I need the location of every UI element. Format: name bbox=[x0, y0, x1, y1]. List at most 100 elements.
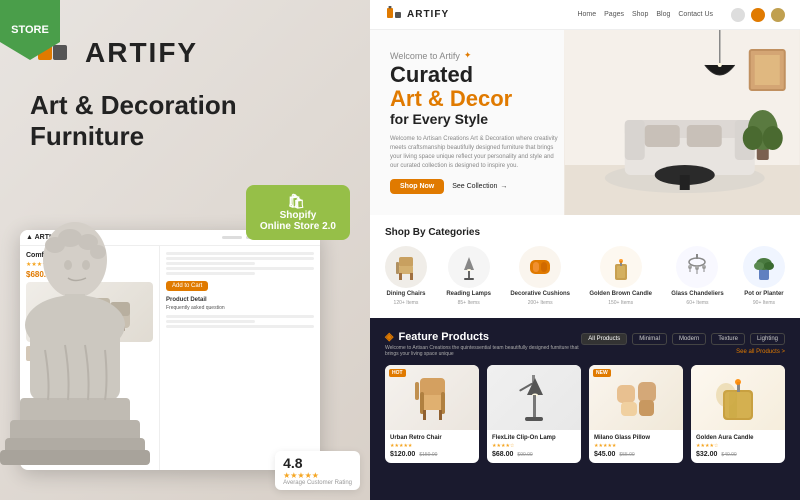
category-item-chandeliers[interactable]: Glass Chandeliers 60+ Items bbox=[671, 246, 723, 306]
nav-item-pages[interactable]: Pages bbox=[604, 11, 624, 18]
lamp-icon bbox=[454, 252, 484, 282]
shop-now-button[interactable]: Shop Now bbox=[390, 179, 444, 194]
product-img-chair: HOT bbox=[385, 365, 479, 430]
filter-minimal[interactable]: Minimal bbox=[632, 333, 667, 345]
nav-item-blog[interactable]: Blog bbox=[656, 11, 670, 18]
category-circle-candles bbox=[600, 246, 642, 288]
desc-line bbox=[166, 272, 255, 275]
category-label: Golden Brown Candle bbox=[589, 291, 652, 297]
category-count: 200+ Items bbox=[528, 300, 553, 306]
candle-product-svg bbox=[711, 370, 766, 425]
nav-cart-icon[interactable] bbox=[771, 8, 785, 22]
hero-description: Welcome to Artisan Creations Art & Decor… bbox=[390, 135, 560, 171]
product-name-chair: Urban Retro Chair bbox=[390, 435, 474, 441]
category-circle-planters bbox=[743, 246, 785, 288]
site-nav: ARTIFY Home Pages Shop Blog Contact Us bbox=[370, 0, 800, 30]
category-label: Pot or Planter bbox=[744, 291, 783, 297]
filter-lighting[interactable]: Lighting bbox=[750, 333, 785, 345]
hero-title-style: for Every Style bbox=[390, 111, 587, 127]
star-icon: ✦ bbox=[464, 50, 472, 61]
categories-title: Shop By Categories bbox=[385, 227, 785, 238]
hero-section: Welcome to Artify ✦ Curated Art & Decor … bbox=[370, 30, 800, 215]
category-circle-chairs bbox=[385, 246, 427, 288]
desc-line bbox=[166, 320, 255, 323]
product-name-candle: Golden Aura Candle bbox=[696, 435, 780, 441]
hero-subtitle: Welcome to Artify ✦ bbox=[390, 50, 587, 61]
rating-badge: 4.8 ★★★★★ Average Customer Rating bbox=[275, 451, 360, 490]
nav-avatar-icon[interactable] bbox=[751, 8, 765, 22]
product-badge-new: NEW bbox=[593, 369, 611, 377]
site-logo-svg bbox=[385, 6, 403, 24]
product-card-body-lamp: FlexLite Clip-On Lamp ★★★★☆ $68.00 $90.0… bbox=[487, 430, 581, 463]
site-nav-icons bbox=[731, 8, 785, 22]
arrow-icon: → bbox=[500, 183, 507, 190]
feature-icon: ◈ bbox=[385, 330, 393, 343]
category-item-chairs[interactable]: Dining Chairs 120+ Items bbox=[385, 246, 427, 306]
product-card-body-chair: Urban Retro Chair ★★★★★ $120.00 $150.00 bbox=[385, 430, 479, 463]
product-img-pillow: NEW bbox=[589, 365, 683, 430]
shopify-badge: 🛍 Shopify Online Store 2.0 bbox=[246, 185, 350, 240]
chair-product-svg bbox=[405, 370, 460, 425]
candle-icon bbox=[606, 252, 636, 282]
product-card-pillow[interactable]: NEW Milano Glass Pillow ★★★★★ bbox=[589, 365, 683, 463]
category-item-candles[interactable]: Golden Brown Candle 150+ Items bbox=[589, 246, 652, 306]
pillow-product-svg bbox=[609, 370, 664, 425]
chair-icon bbox=[391, 252, 421, 282]
brand-name: ARTIFY bbox=[85, 37, 198, 69]
product-card-chair[interactable]: HOT Urban R bbox=[385, 365, 479, 463]
right-panel: ARTIFY Home Pages Shop Blog Contact Us bbox=[370, 0, 800, 500]
product-oldprice-candle: $40.00 bbox=[721, 452, 736, 458]
left-panel: STORE ARTIFY Art & Decoration Furniture … bbox=[0, 0, 370, 500]
filter-modern[interactable]: Modern bbox=[672, 333, 706, 345]
product-badge-hot: HOT bbox=[389, 369, 406, 377]
category-count: 60+ Items bbox=[686, 300, 708, 306]
feature-header: ◈ Feature Products Welcome to Artisan Cr… bbox=[385, 330, 785, 357]
category-label: Glass Chandeliers bbox=[671, 291, 723, 297]
nav-item-contact[interactable]: Contact Us bbox=[678, 11, 713, 18]
desc-line bbox=[166, 252, 314, 255]
feature-filters: All Products Minimal Modern Texture Ligh… bbox=[581, 333, 785, 345]
tagline: Art & Decoration Furniture bbox=[0, 90, 370, 152]
product-price-pillow: $45.00 bbox=[594, 451, 615, 458]
product-oldprice-pillow: $55.00 bbox=[619, 452, 634, 458]
desc-line bbox=[166, 267, 314, 270]
faq-label: Frequently asked question bbox=[166, 305, 314, 311]
nav-item-home[interactable]: Home bbox=[577, 11, 596, 18]
product-img-lamp bbox=[487, 365, 581, 430]
category-item-lamps[interactable]: Reading Lamps 85+ Items bbox=[446, 246, 491, 306]
product-price-lamp: $68.00 bbox=[492, 451, 513, 458]
main-container: STORE ARTIFY Art & Decoration Furniture … bbox=[0, 0, 800, 500]
site-nav-items: Home Pages Shop Blog Contact Us bbox=[577, 11, 713, 18]
desc-line bbox=[166, 325, 314, 328]
category-item-cushions[interactable]: Decorative Cushions 200+ Items bbox=[510, 246, 570, 306]
category-circle-chandeliers bbox=[676, 246, 718, 288]
feature-section: ◈ Feature Products Welcome to Artisan Cr… bbox=[370, 318, 800, 500]
category-circle-cushions bbox=[519, 246, 561, 288]
screen-add-btn[interactable]: Add to Cart bbox=[166, 281, 208, 291]
screen-right: Add to Cart Product Detail Frequently as… bbox=[160, 246, 320, 470]
product-price-candle: $32.00 bbox=[696, 451, 717, 458]
see-all-products[interactable]: See all Products > bbox=[736, 349, 785, 355]
product-card-lamp[interactable]: FlexLite Clip-On Lamp ★★★★☆ $68.00 $90.0… bbox=[487, 365, 581, 463]
lamp-product-svg bbox=[507, 370, 562, 425]
product-oldprice-chair: $150.00 bbox=[419, 452, 437, 458]
planter-icon bbox=[749, 252, 779, 282]
category-label: Dining Chairs bbox=[386, 291, 425, 297]
product-oldprice-lamp: $90.00 bbox=[517, 452, 532, 458]
product-card-candle[interactable]: Golden Aura Candle ★★★★☆ $32.00 $40.00 bbox=[691, 365, 785, 463]
see-collection-button[interactable]: See Collection → bbox=[452, 183, 507, 190]
chandelier-icon bbox=[682, 252, 712, 282]
desc-line bbox=[166, 262, 255, 265]
product-stars-candle: ★★★★☆ bbox=[696, 443, 780, 449]
filter-all[interactable]: All Products bbox=[581, 333, 627, 345]
nav-item-shop[interactable]: Shop bbox=[632, 11, 648, 18]
product-name-lamp: FlexLite Clip-On Lamp bbox=[492, 435, 576, 441]
products-grid: HOT Urban R bbox=[385, 365, 785, 463]
category-item-planters[interactable]: Pot or Planter 90+ Items bbox=[743, 246, 785, 306]
nav-search-icon[interactable] bbox=[731, 8, 745, 22]
rating-label: Average Customer Rating bbox=[283, 480, 352, 486]
filter-texture[interactable]: Texture bbox=[711, 333, 745, 345]
hero-title-artdecor: Art & Decor bbox=[390, 87, 587, 111]
hero-buttons: Shop Now See Collection → bbox=[390, 179, 587, 194]
website-mockup: ARTIFY Home Pages Shop Blog Contact Us bbox=[370, 0, 800, 500]
